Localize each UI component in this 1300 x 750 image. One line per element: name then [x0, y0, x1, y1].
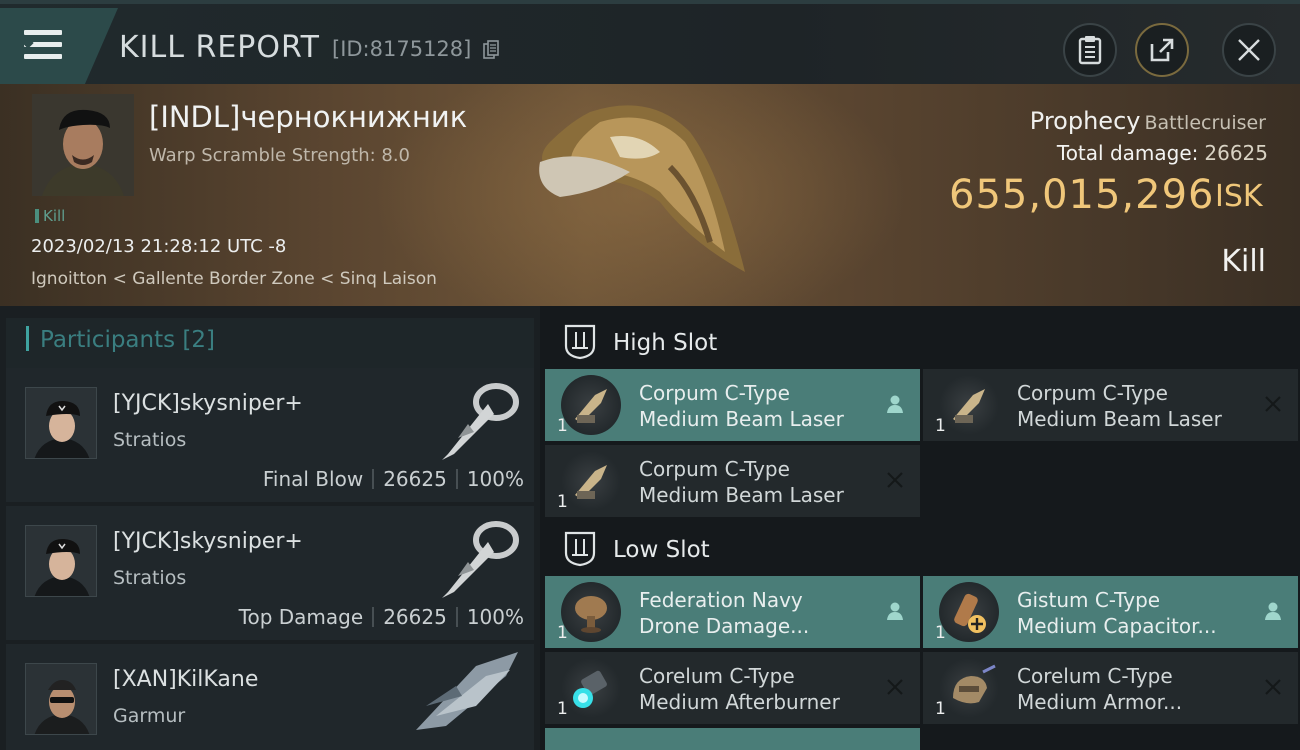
participant-portrait [25, 525, 97, 597]
report-id: [ID:8175128] [332, 37, 472, 61]
copy-icon[interactable] [483, 40, 499, 60]
module-name-line2: Medium Beam Laser [1017, 407, 1222, 431]
module-quantity: 1 [557, 699, 568, 719]
corp-badge [96, 716, 97, 734]
afterburner-icon [561, 658, 621, 718]
participant-portrait [25, 663, 97, 735]
beam-laser-icon [561, 375, 621, 435]
victim-ship-class: Battlecruiser [1144, 112, 1266, 134]
drone-damage-icon [561, 582, 621, 642]
beam-laser-icon [561, 451, 621, 511]
participant-name[interactable]: [YJCK]skysniper+ [113, 529, 303, 554]
module-name-line1: Federation Navy [639, 588, 803, 612]
menu-tab [0, 8, 118, 84]
participant-card[interactable]: [YJCK]skysniper+ Stratios Final Blow 2662… [6, 368, 534, 502]
clipboard-icon [1078, 36, 1102, 65]
module-name-line2: Medium Capacitor... [1017, 614, 1217, 638]
total-damage: Total damage: 26625 [1056, 141, 1268, 165]
share-icon [1150, 38, 1174, 62]
module-name-line1: Corelum C-Type [639, 664, 795, 688]
module-quantity: 1 [557, 623, 568, 643]
low-slot-icon [564, 531, 596, 567]
participants-title: Participants [2] [40, 327, 215, 353]
module-name-line1: Corpum C-Type [639, 457, 790, 481]
module-quantity: 1 [557, 416, 568, 436]
dropped-person-icon [887, 602, 903, 620]
warp-scramble-strength: Warp Scramble Strength: 8.0 [149, 145, 411, 166]
pilot-portrait-image [32, 94, 134, 196]
close-icon [1238, 39, 1260, 61]
module-name-line2: Drone Damage... [639, 614, 810, 638]
module-item[interactable]: 1 Corpum C-Type Medium Beam Laser [545, 369, 920, 441]
page-title: KILL REPORT [119, 30, 320, 65]
module-name-line1: Corpum C-Type [639, 381, 790, 405]
kill-tag: Kill [35, 207, 65, 225]
module-name-line1: Gistum C-Type [1017, 588, 1161, 612]
share-button[interactable] [1135, 23, 1189, 77]
module-item[interactable]: 1 Corelum C-Type Medium Armor... [923, 652, 1298, 724]
isk-value: 655,015,296 [949, 172, 1215, 218]
participant-name[interactable]: [XAN]KilKane [113, 667, 258, 692]
victim-ship-image [539, 105, 745, 272]
kill-result: Kill [1221, 244, 1266, 279]
destroyed-x-icon [887, 472, 903, 488]
victim-pilot-name[interactable]: [INDL]чернокнижник [149, 100, 467, 134]
module-quantity: 1 [935, 699, 946, 719]
module-name-line2: Medium Armor... [1017, 690, 1183, 714]
hamburger-icon[interactable] [22, 28, 64, 62]
destroyed-x-icon [1265, 679, 1281, 695]
participants-header: Participants [2] [6, 318, 534, 368]
beam-laser-icon [939, 375, 999, 435]
destroyed-x-icon [1265, 396, 1281, 412]
victim-summary: [INDL]чернокнижник Warp Scramble Strengt… [0, 84, 1300, 306]
module-name-line2: Medium Beam Laser [639, 407, 844, 431]
armor-repairer-icon [939, 658, 999, 718]
participant-ship-image [416, 652, 518, 730]
high-slot-label: High Slot [613, 330, 718, 356]
participant-stats: Final Blow 26625 100% [262, 467, 524, 491]
victim-portrait[interactable] [32, 94, 134, 196]
participant-ship: Garmur [113, 705, 186, 727]
low-slot-header: Low Slot [545, 521, 1300, 577]
module-name-line1: Corelum C-Type [1017, 664, 1173, 688]
module-item[interactable]: 1 Corpum C-Type Medium Beam Laser [923, 369, 1298, 441]
victim-ship-name[interactable]: Prophecy Battlecruiser [1030, 107, 1266, 135]
module-item[interactable]: 1 Federation Navy Drone Damage... [545, 576, 920, 648]
module-item[interactable]: 1 Gistum C-Type Medium Capacitor... [923, 576, 1298, 648]
module-item[interactable]: 1 Corelum C-Type Medium Afterburner [545, 652, 920, 724]
low-slot-label: Low Slot [613, 537, 710, 563]
participant-portrait [25, 387, 97, 459]
capacitor-icon [939, 582, 999, 642]
participant-stats: Top Damage 26625 100% [238, 605, 524, 629]
high-slot-icon [564, 324, 596, 360]
participant-card[interactable]: [YJCK]skysniper+ Stratios Top Damage 2662… [6, 506, 534, 640]
dropped-person-icon [1265, 602, 1281, 620]
high-slot-header: High Slot [545, 314, 1300, 370]
module-name-line2: Medium Beam Laser [639, 483, 844, 507]
top-bar: KILL REPORT [ID:8175128] [0, 0, 1300, 84]
participant-ship: Stratios [113, 429, 187, 451]
module-quantity: 1 [935, 623, 946, 643]
module-name-line2: Medium Afterburner [639, 690, 840, 714]
module-name-line1: Corpum C-Type [1017, 381, 1168, 405]
module-quantity: 1 [935, 416, 946, 436]
dropped-person-icon [887, 395, 903, 413]
kill-timestamp: 2023/02/13 21:28:12 UTC -8 [31, 236, 287, 257]
participant-ship: Stratios [113, 567, 187, 589]
module-item[interactable] [545, 728, 920, 750]
participant-ship-image [442, 383, 519, 460]
isk-unit: ISK [1215, 179, 1263, 214]
participant-ship-image [442, 521, 519, 598]
participants-panel: Participants [2] [YJCK]skysniper+ Strati… [0, 306, 540, 750]
participant-card[interactable]: [XAN]KilKane Garmur [6, 644, 534, 750]
module-quantity: 1 [557, 492, 568, 512]
close-button[interactable] [1222, 23, 1276, 77]
participant-name[interactable]: [YJCK]skysniper+ [113, 391, 303, 416]
destroyed-x-icon [887, 679, 903, 695]
kill-location[interactable]: Ignoitton < Gallente Border Zone < Sinq … [31, 269, 437, 289]
clipboard-button[interactable] [1063, 23, 1117, 77]
module-item[interactable]: 1 Corpum C-Type Medium Beam Laser [545, 445, 920, 517]
